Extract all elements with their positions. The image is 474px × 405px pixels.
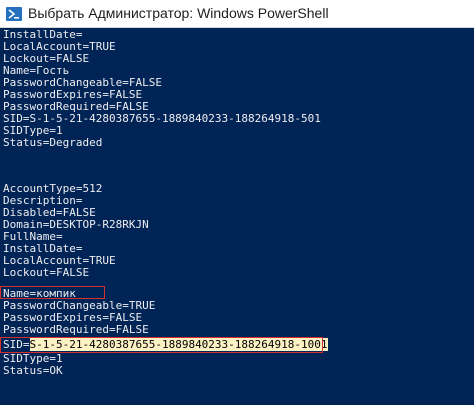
console-output[interactable]: InstallDate= LocalAccount=TRUE Lockout=F… bbox=[0, 28, 474, 405]
console-line: Lockout=FALSE bbox=[3, 266, 90, 279]
sid-highlight-box bbox=[0, 337, 323, 353]
window-title: Выбрать Администратор: Windows PowerShel… bbox=[28, 5, 329, 21]
console-line: PasswordRequired=FALSE bbox=[3, 323, 149, 336]
console-line: Status=OK bbox=[3, 364, 63, 377]
name-highlight-box bbox=[0, 286, 105, 299]
powershell-icon bbox=[6, 6, 22, 22]
title-bar[interactable]: Выбрать Администратор: Windows PowerShel… bbox=[0, 0, 474, 28]
console-line: Status=Degraded bbox=[3, 136, 103, 149]
